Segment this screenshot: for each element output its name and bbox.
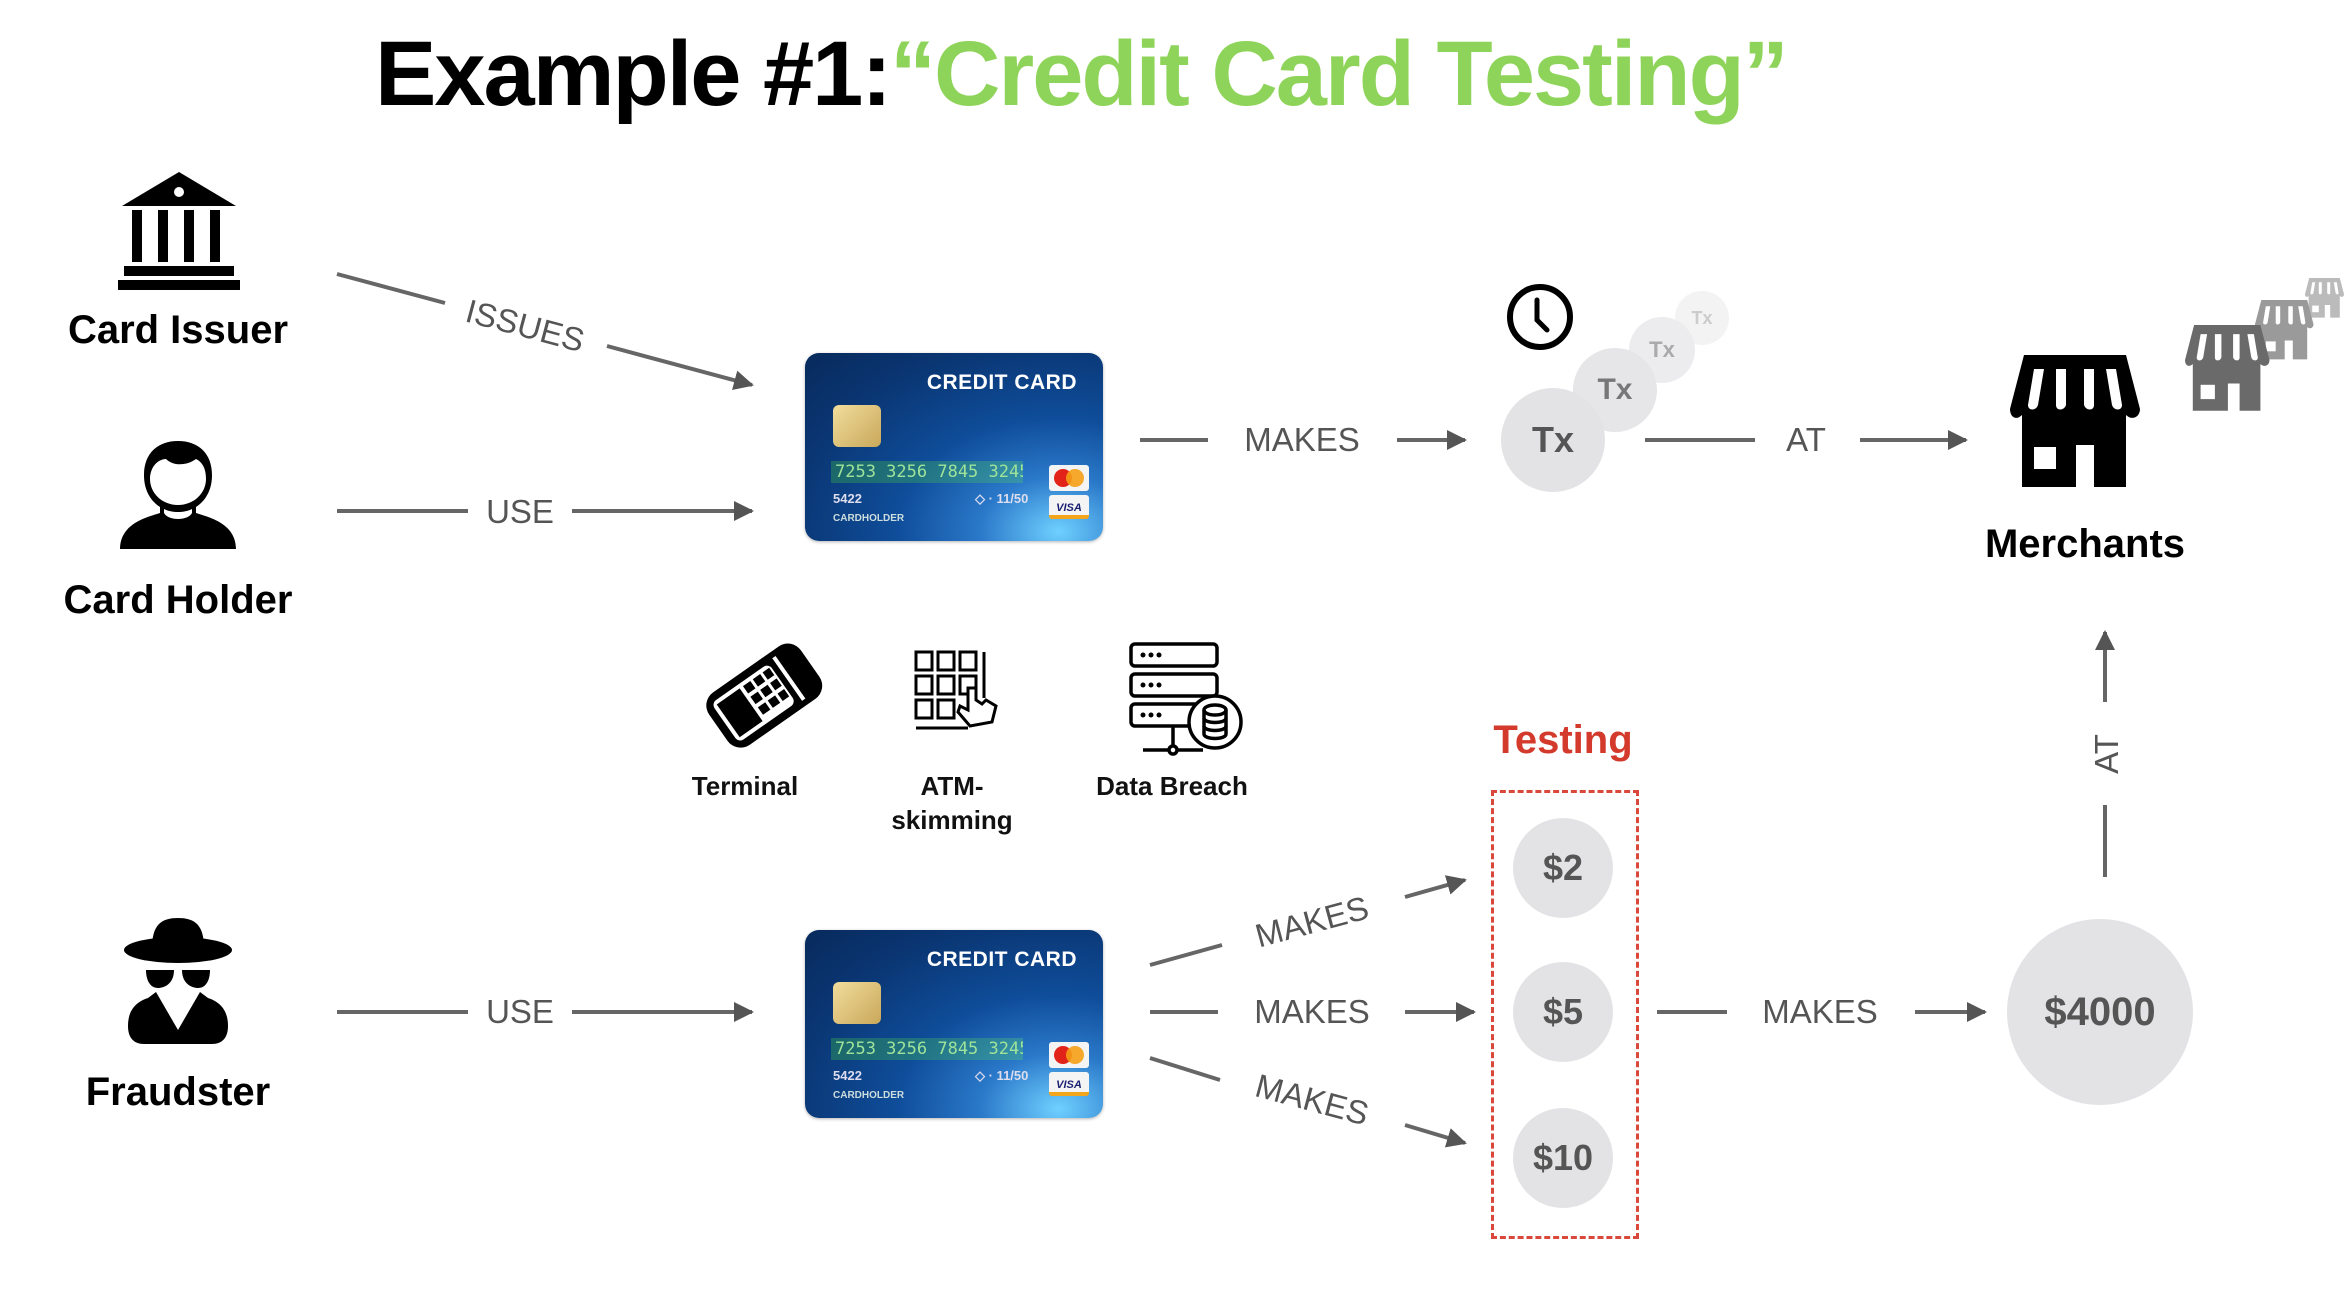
test-amount-bubble: $2	[1513, 818, 1613, 918]
card-number: 7253 3256 7845 3245	[831, 461, 1023, 483]
card-title: CREDIT CARD	[926, 948, 1077, 971]
card-expiry: ◇ · 11/50	[975, 491, 1029, 506]
issues-arrow	[606, 344, 754, 390]
makes-test-3-line-start	[1149, 1056, 1221, 1082]
source-label-data-breach: Data Breach	[1096, 771, 1248, 801]
actor-label-card-issuer: Card Issuer	[67, 308, 289, 352]
testing-label: Testing	[1493, 718, 1633, 762]
edge-label-use-fraudster: USE	[486, 993, 554, 1030]
visa-logo: VISA	[1049, 495, 1089, 519]
actor-label-fraudster: Fraudster	[85, 1070, 271, 1114]
edge-label-at-top: AT	[1786, 421, 1826, 458]
edge-label-at-up: AT	[2088, 734, 2125, 774]
database-server-icon	[1129, 642, 1243, 756]
card-expiry: ◇ · 11/50	[975, 1068, 1029, 1083]
credit-card-fraudster: CREDIT CARD 7253 3256 7845 3245 5422 ◇ ·…	[805, 930, 1103, 1118]
test-amount-bubble: $5	[1513, 962, 1613, 1062]
makes-test-1-line-start	[1149, 943, 1223, 967]
credit-card-holder: CREDIT CARD 7253 3256 7845 3245 5422 ◇ ·…	[805, 353, 1103, 541]
edge-label-use-holder: USE	[486, 493, 554, 530]
card-chip	[833, 405, 881, 447]
makes-test-3-arrow	[1404, 1123, 1467, 1148]
card-title: CREDIT CARD	[926, 371, 1077, 394]
spy-icon	[124, 918, 232, 1044]
tx-bubble-1: Tx	[1501, 388, 1605, 492]
issues-line-start	[336, 272, 446, 305]
edge-label-makes-big: MAKES	[1762, 993, 1878, 1030]
card-short-number: 5422	[833, 1068, 862, 1083]
visa-logo: VISA	[1049, 1072, 1089, 1096]
actor-label-card-holder: Card Holder	[63, 578, 293, 622]
actor-label-merchants: Merchants	[1984, 522, 2186, 566]
mastercard-logo-icon	[1049, 1042, 1089, 1068]
source-label-terminal: Terminal	[691, 771, 799, 801]
atm-keypad-icon	[914, 650, 998, 730]
big-transaction-bubble: $4000	[2007, 919, 2193, 1105]
card-number: 7253 3256 7845 3245	[831, 1038, 1023, 1060]
test-amount-bubble: $10	[1513, 1108, 1613, 1208]
edge-label-makes-top: MAKES	[1244, 421, 1360, 458]
makes-test-1-arrow	[1404, 875, 1467, 899]
store-icon	[2010, 278, 2344, 487]
card-holder-name: CARDHOLDER	[833, 513, 905, 524]
card-chip	[833, 982, 881, 1024]
mastercard-logo-icon	[1049, 465, 1089, 491]
payment-terminal-icon	[706, 643, 823, 748]
source-label-atm-line1: ATM-	[920, 771, 984, 801]
clock-icon	[1507, 284, 1573, 350]
person-icon	[120, 441, 236, 549]
diagram-canvas: Example #1:“Credit Card Testing” ISSUES …	[0, 0, 2350, 1298]
source-label-atm-skimming: ATM- skimming	[842, 770, 1062, 838]
source-label-atm-line2: skimming	[891, 804, 1013, 835]
bank-icon	[118, 172, 240, 290]
edge-label-makes-test-2: MAKES	[1254, 993, 1370, 1030]
card-short-number: 5422	[833, 491, 862, 506]
card-holder-name: CARDHOLDER	[833, 1090, 905, 1101]
